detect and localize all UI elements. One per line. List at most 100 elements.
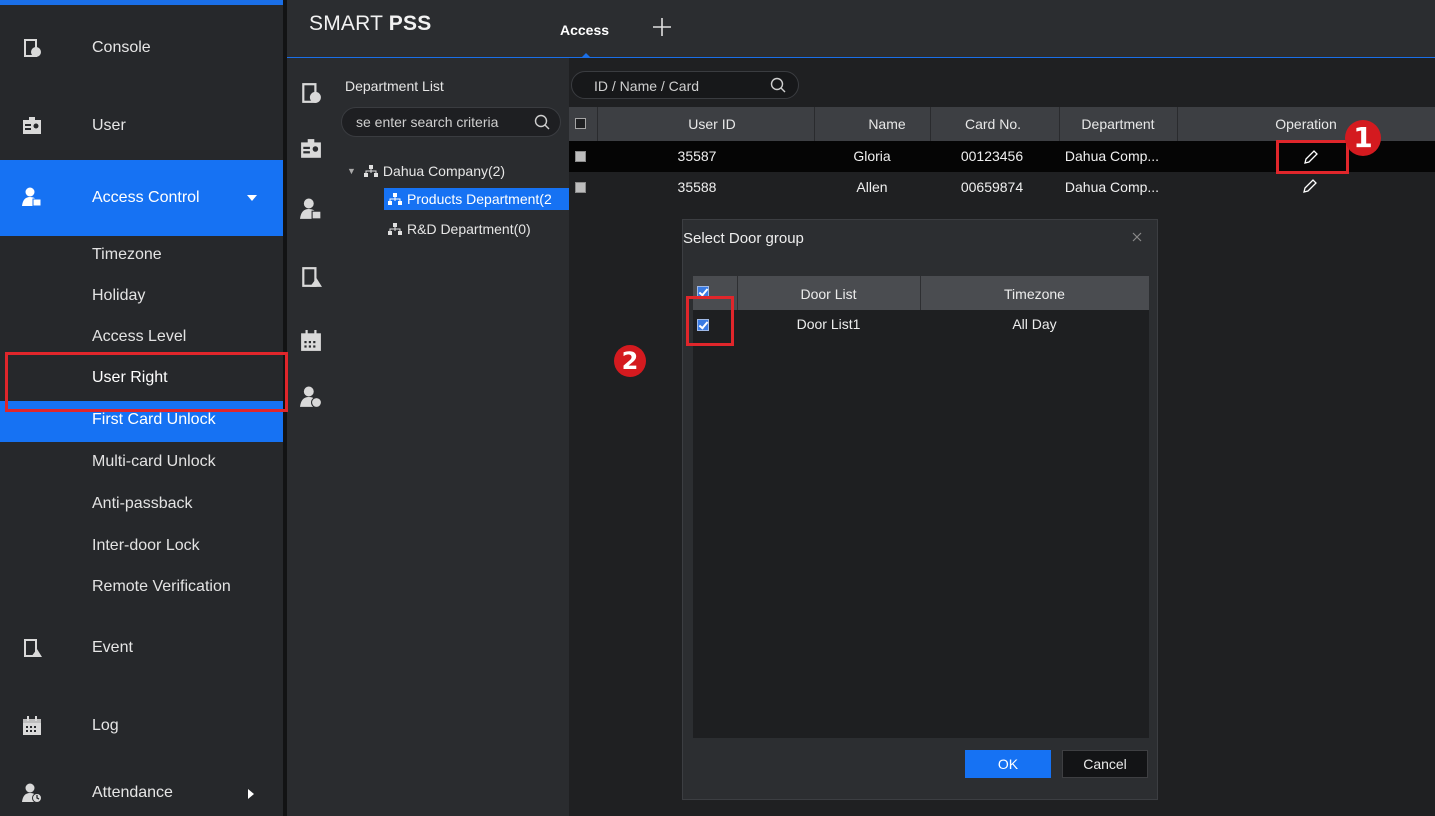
dialog-title-text: Select Door group — [683, 230, 804, 247]
cell-user-id: 35587 — [677, 148, 717, 164]
search-icon[interactable] — [770, 77, 786, 93]
submenu-label: Access Level — [92, 328, 187, 345]
menu-label-console: Console — [92, 39, 151, 56]
submenu-label: Inter-door Lock — [92, 537, 200, 554]
event-icon — [24, 639, 42, 657]
log-calendar-icon[interactable] — [300, 330, 322, 352]
submenu-multi-card-unlock[interactable]: Multi-card Unlock — [0, 443, 283, 483]
department-list-title: Department List — [345, 78, 444, 94]
menu-item-console[interactable]: Console — [0, 18, 283, 78]
table-row[interactable]: 35588 Allen 00659874 Dahua Comp... — [569, 172, 1435, 203]
cell-timezone: All Day — [1012, 316, 1057, 332]
menu-label-log: Log — [92, 717, 119, 734]
column-timezone: Timezone — [1004, 286, 1065, 302]
cell-user-id: 35588 — [677, 179, 717, 195]
submenu-label: Multi-card Unlock — [92, 453, 216, 470]
ok-button[interactable]: OK — [965, 750, 1051, 778]
menu-item-user[interactable]: User — [0, 96, 283, 156]
access-control-icon[interactable] — [300, 198, 322, 220]
expand-caret-icon — [247, 195, 257, 201]
select-door-group-dialog: Select Door group Door List Timezone Doo… — [682, 219, 1158, 800]
submenu-holiday[interactable]: Holiday — [0, 277, 283, 317]
submenu-remote-verification[interactable]: Remote Verification — [0, 568, 283, 608]
cell-department: Dahua Comp... — [1064, 179, 1160, 195]
column-department[interactable]: Department — [1059, 116, 1177, 132]
log-calendar-icon — [23, 716, 41, 735]
row-checkbox[interactable] — [575, 151, 586, 162]
user-table-header: User ID Name Card No. Department Operati… — [569, 107, 1435, 141]
row-checkbox[interactable] — [575, 182, 586, 193]
cell-name: Gloria — [853, 148, 891, 164]
menu-label-attendance: Attendance — [92, 784, 173, 801]
brand-light: SMART — [309, 12, 389, 35]
user-search-input[interactable] — [594, 77, 764, 95]
annotation-highlight-edit — [1276, 140, 1349, 174]
submenu-anti-passback[interactable]: Anti-passback — [0, 485, 283, 525]
submenu-inter-door-lock[interactable]: Inter-door Lock — [0, 527, 283, 567]
submenu-timezone[interactable]: Timezone — [0, 236, 283, 276]
edit-pencil-icon[interactable] — [1302, 178, 1318, 194]
tree-node-label: R&D Department(0) — [407, 221, 531, 237]
column-door-list: Door List — [800, 286, 857, 302]
tab-access-label: Access — [560, 22, 610, 38]
cell-door-name: Door List1 — [796, 316, 861, 332]
column-card-no[interactable]: Card No. — [930, 116, 1056, 132]
door-table-header: Door List Timezone — [693, 276, 1149, 310]
tree-node-root[interactable]: ▼ Dahua Company(2) — [347, 160, 505, 182]
user-card-icon[interactable] — [300, 138, 322, 160]
add-tab-plus-icon[interactable] — [651, 16, 673, 38]
submenu-label: Holiday — [92, 287, 146, 304]
tree-collapse-icon[interactable]: ▼ — [347, 166, 356, 176]
attendance-icon — [22, 783, 42, 803]
department-search — [341, 107, 561, 137]
annotation-step-2: 2 — [614, 345, 646, 377]
quick-icon-bar — [287, 58, 335, 816]
cell-department: Dahua Comp... — [1064, 148, 1160, 164]
console-icon[interactable] — [300, 82, 322, 104]
menu-label-user: User — [92, 117, 126, 134]
app-header: SMART PSS Access — [287, 0, 1435, 59]
menu-item-log[interactable]: Log — [0, 696, 283, 756]
menu-label-event: Event — [92, 639, 133, 656]
column-user-id[interactable]: User ID — [597, 116, 827, 132]
event-icon[interactable] — [300, 266, 322, 288]
expand-right-caret-icon — [248, 789, 254, 799]
tree-root-label: Dahua Company(2) — [382, 163, 506, 179]
cell-name: Allen — [856, 179, 888, 195]
app-brand: SMART PSS — [309, 12, 431, 36]
cell-card-no: 00123456 — [960, 148, 1024, 164]
cell-card-no: 00659874 — [960, 179, 1024, 195]
column-operation: Operation — [1275, 116, 1337, 132]
menu-top-accent — [0, 0, 283, 5]
submenu-label: First Card Unlock — [92, 411, 216, 428]
user-search — [571, 71, 799, 99]
close-icon[interactable] — [1129, 229, 1145, 245]
console-icon — [24, 39, 41, 57]
door-list-table: Door List Timezone Door List1 All Day — [693, 276, 1149, 738]
tab-access[interactable]: Access — [545, 0, 625, 58]
annotation-highlight-user-right — [5, 352, 288, 412]
org-tree-icon — [388, 223, 402, 235]
submenu-label: Timezone — [92, 246, 162, 263]
attendance-icon[interactable] — [300, 386, 322, 408]
department-panel: Department List ▼ Dahua Company(2) Produ… — [335, 58, 569, 816]
tree-node-products-department[interactable]: Products Department(2 — [384, 188, 569, 210]
menu-label-access-control: Access Control — [92, 189, 200, 206]
access-control-icon — [22, 187, 42, 207]
submenu-label: Remote Verification — [92, 578, 231, 595]
menu-item-event[interactable]: Event — [0, 618, 283, 678]
menu-item-attendance[interactable]: Attendance — [0, 770, 283, 816]
select-all-checkbox[interactable] — [575, 118, 586, 129]
menu-item-access-control[interactable]: Access Control — [0, 160, 283, 236]
department-search-input[interactable] — [356, 113, 526, 131]
user-card-icon — [23, 117, 41, 134]
submenu-label: Anti-passback — [92, 495, 193, 512]
org-tree-icon — [388, 193, 402, 205]
cancel-button[interactable]: Cancel — [1062, 750, 1148, 778]
door-row[interactable]: Door List1 All Day — [693, 310, 1149, 338]
search-icon[interactable] — [534, 114, 550, 130]
tree-node-label: Products Department(2 — [407, 191, 552, 207]
annotation-highlight-checkbox — [686, 296, 734, 346]
tree-node-rd-department[interactable]: R&D Department(0) — [388, 218, 531, 240]
org-tree-icon — [363, 165, 378, 177]
